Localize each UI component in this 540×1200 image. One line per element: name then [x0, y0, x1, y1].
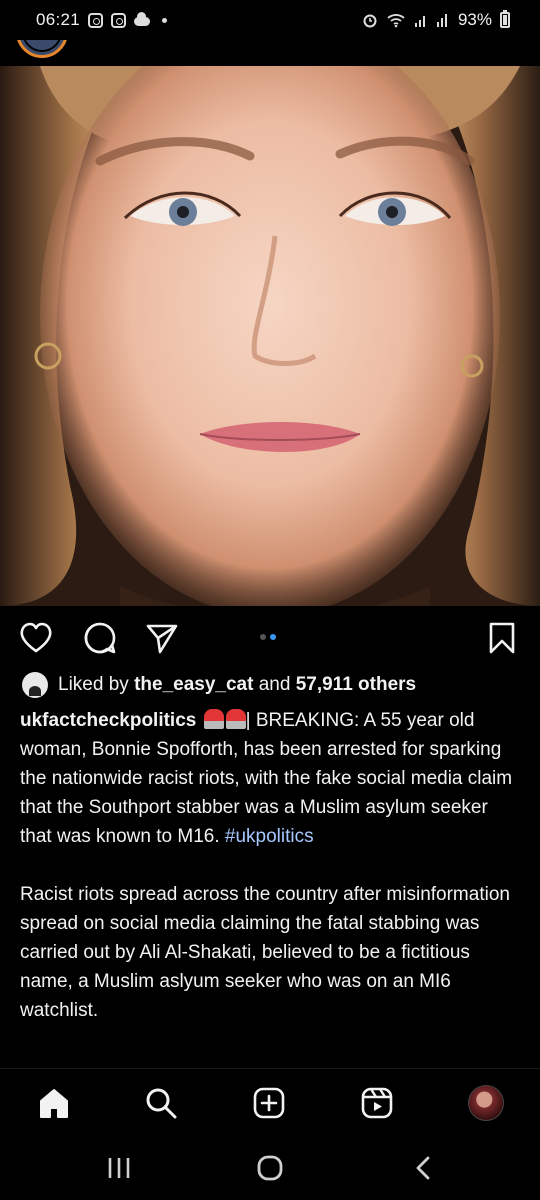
profile-tab[interactable] — [466, 1083, 506, 1123]
recents-icon[interactable] — [104, 1150, 134, 1186]
likes-row[interactable]: Liked by the_easy_cat and 57,911 others — [22, 672, 522, 698]
dot-icon — [162, 17, 168, 23]
siren-emoji-icon — [225, 709, 246, 729]
liker-avatar — [22, 672, 48, 698]
likes-prefix: Liked by — [58, 674, 129, 695]
battery-percent: 93% — [457, 10, 492, 29]
status-right: 93% — [362, 10, 510, 30]
caption-paragraph-1: ukfactcheckpolitics | BREAKING: A 55 yea… — [20, 706, 522, 851]
back-icon[interactable] — [408, 1150, 438, 1186]
post-caption: ukfactcheckpolitics | BREAKING: A 55 yea… — [20, 706, 522, 1025]
home-icon[interactable] — [34, 1083, 74, 1123]
liker-username[interactable]: the_easy_cat — [134, 674, 253, 695]
instagram-icon — [111, 12, 127, 28]
comment-icon[interactable] — [82, 620, 118, 656]
post-actions — [0, 612, 540, 662]
signal-icon — [414, 16, 425, 27]
carousel-indicator — [260, 634, 276, 640]
status-left: 06:21 — [36, 10, 168, 30]
share-icon[interactable] — [144, 620, 180, 656]
reels-icon[interactable] — [357, 1083, 397, 1123]
likes-text: Liked by the_easy_cat and 57,911 others — [58, 674, 416, 696]
portrait-photo — [0, 66, 540, 606]
siren-emoji-icon — [203, 709, 224, 729]
bookmark-icon[interactable] — [484, 620, 520, 656]
carousel-dot-active — [270, 634, 276, 640]
wifi-icon — [387, 14, 405, 28]
post-author-avatar[interactable] — [16, 40, 68, 58]
search-icon[interactable] — [141, 1083, 181, 1123]
carousel-dot — [260, 634, 266, 640]
post-image[interactable] — [0, 66, 540, 606]
bottom-nav — [0, 1068, 540, 1136]
caption-hashtag[interactable]: #ukpolitics — [225, 826, 314, 847]
caption-paragraph-2: Racist riots spread across the country a… — [20, 884, 510, 1021]
system-nav-bar — [0, 1136, 540, 1200]
caption-username[interactable]: ukfactcheckpolitics — [20, 710, 196, 731]
home-circle-icon[interactable] — [254, 1150, 286, 1186]
status-time: 06:21 — [36, 10, 81, 29]
battery-icon — [500, 10, 510, 28]
alarm-icon — [363, 14, 377, 28]
post-header-strip — [0, 40, 540, 66]
status-bar: 06:21 93% — [0, 0, 540, 40]
signal-r-icon — [436, 14, 447, 27]
profile-avatar — [468, 1085, 504, 1121]
instagram-icon — [88, 12, 104, 28]
likes-and: and — [258, 674, 291, 695]
cloud-icon — [134, 12, 151, 26]
likes-count[interactable]: 57,911 others — [296, 674, 416, 695]
create-post-icon[interactable] — [249, 1083, 289, 1123]
heart-icon[interactable] — [18, 620, 54, 656]
